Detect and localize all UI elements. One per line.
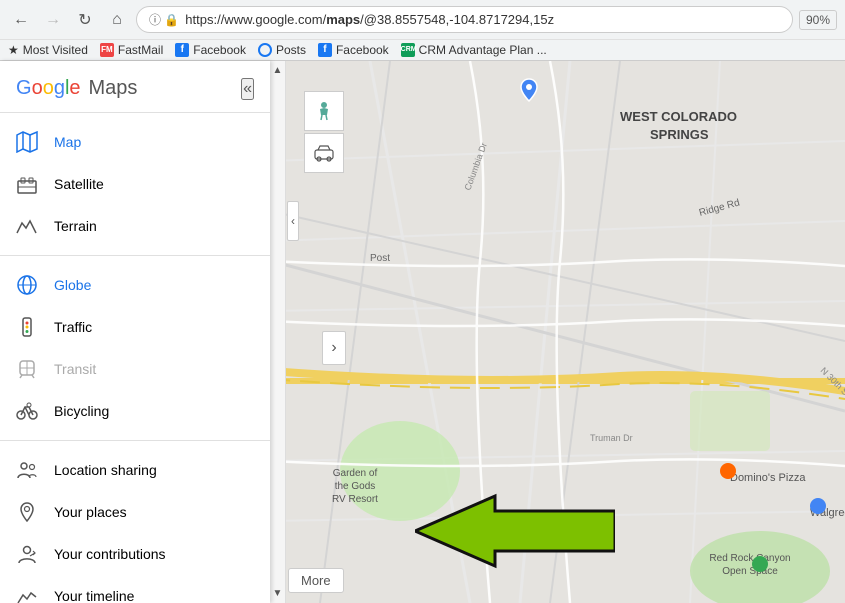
svg-text:RV Resort: RV Resort <box>332 494 378 505</box>
maps-wordmark: Maps <box>89 77 138 100</box>
sidebar-item-globe-label: Globe <box>54 277 91 293</box>
street-view-icon[interactable] <box>304 91 344 131</box>
svg-text:Garden of: Garden of <box>333 468 378 479</box>
sidebar-item-location-sharing-label: Location sharing <box>54 462 157 478</box>
sidebar-item-your-timeline[interactable]: Your timeline <box>0 575 270 603</box>
collapse-sidebar-button[interactable]: « <box>241 78 254 100</box>
globe-icon <box>16 274 38 296</box>
sidebar-item-your-contributions[interactable]: Your contributions <box>0 533 270 575</box>
more-button[interactable]: More <box>288 568 344 593</box>
sidebar-item-traffic-label: Traffic <box>54 319 92 335</box>
satellite-icon <box>16 173 38 195</box>
timeline-icon <box>16 585 38 603</box>
sidebar-item-location-sharing[interactable]: Location sharing <box>0 449 270 491</box>
bookmark-fastmail[interactable]: FM FastMail <box>100 43 163 57</box>
svg-text:the Gods: the Gods <box>335 481 376 492</box>
sidebar-item-your-places-label: Your places <box>54 504 127 520</box>
facebook-icon: f <box>175 43 189 57</box>
sidebar: Google Maps « Map <box>0 61 270 603</box>
svg-text:Post: Post <box>370 253 390 264</box>
bookmark-label: Most Visited <box>23 43 88 57</box>
account-section: Location sharing Your places <box>0 445 270 603</box>
bookmark-label: Posts <box>276 43 306 57</box>
sidebar-item-satellite[interactable]: Satellite <box>0 163 270 205</box>
divider-3 <box>0 440 270 441</box>
svg-text:Red Rock Canyon: Red Rock Canyon <box>709 553 790 564</box>
transit-icon <box>16 358 38 380</box>
sidebar-item-map[interactable]: Map <box>0 121 270 163</box>
forward-button[interactable]: → <box>40 7 66 33</box>
sidebar-item-globe[interactable]: Globe <box>0 264 270 306</box>
map-icon <box>16 131 38 153</box>
svg-text:Open Space: Open Space <box>722 566 778 577</box>
svg-text:Truman Dr: Truman Dr <box>590 433 633 443</box>
bookmark-facebook-2[interactable]: f Facebook <box>318 43 389 57</box>
bookmark-most-visited[interactable]: ★ Most Visited <box>8 43 88 57</box>
google-wordmark: Google <box>16 77 81 100</box>
map-type-section: Map Satellite <box>0 117 270 251</box>
map-scrollbar[interactable]: ▲ ▼ <box>270 61 286 603</box>
main-content: Google Maps « Map <box>0 61 845 603</box>
browser-toolbar: ← → ↻ ⌂ ⓘ 🔒 https://www.google.com/maps/… <box>0 0 845 39</box>
sidebar-item-your-contributions-label: Your contributions <box>54 546 166 562</box>
browser-chrome: ← → ↻ ⌂ ⓘ 🔒 https://www.google.com/maps/… <box>0 0 845 61</box>
posts-icon <box>258 43 272 57</box>
bookmark-label: Facebook <box>193 43 246 57</box>
crm-icon: CRM <box>401 43 415 57</box>
sidebar-item-bicycling-label: Bicycling <box>54 403 109 419</box>
terrain-icon <box>16 215 38 237</box>
sidebar-item-bicycling[interactable]: Bicycling <box>0 390 270 432</box>
sidebar-header: Google Maps « <box>0 61 270 108</box>
bookmark-label: FastMail <box>118 43 163 57</box>
zoom-level: 90% <box>799 10 837 30</box>
google-maps-logo: Google Maps <box>16 77 137 100</box>
bookmark-crm[interactable]: CRM CRM Advantage Plan ... <box>401 43 547 57</box>
facebook-icon-2: f <box>318 43 332 57</box>
sidebar-item-traffic[interactable]: Traffic <box>0 306 270 348</box>
car-icon[interactable] <box>304 133 344 173</box>
sidebar-item-terrain[interactable]: Terrain <box>0 205 270 247</box>
svg-text:Domino's Pizza: Domino's Pizza <box>730 472 806 484</box>
bookmark-label: CRM Advantage Plan ... <box>419 43 547 57</box>
svg-text:WEST COLORADO: WEST COLORADO <box>620 109 737 124</box>
star-icon: ★ <box>8 43 19 57</box>
sidebar-item-transit-label: Transit <box>54 361 96 377</box>
back-button[interactable]: ← <box>8 7 34 33</box>
pin-icon <box>16 501 38 523</box>
map-area[interactable]: WEST COLORADO SPRINGS Villa Sierra Condo… <box>270 61 845 603</box>
sidebar-item-your-timeline-label: Your timeline <box>54 588 134 603</box>
sidebar-item-satellite-label: Satellite <box>54 176 104 192</box>
home-button[interactable]: ⌂ <box>104 7 130 33</box>
divider-2 <box>0 255 270 256</box>
url-text: https://www.google.com/maps/@38.8557548,… <box>185 12 780 27</box>
map-controls-container <box>304 91 344 173</box>
bookmark-facebook-1[interactable]: f Facebook <box>175 43 246 57</box>
green-arrow-annotation <box>415 491 615 574</box>
layers-section: Globe Traffic <box>0 260 270 436</box>
people-icon <box>16 459 38 481</box>
sidebar-item-map-label: Map <box>54 134 81 150</box>
address-bar[interactable]: ⓘ 🔒 https://www.google.com/maps/@38.8557… <box>136 6 793 33</box>
expand-panel-button[interactable]: › <box>322 331 346 365</box>
sidebar-item-your-places[interactable]: Your places <box>0 491 270 533</box>
sidebar-item-transit[interactable]: Transit <box>0 348 270 390</box>
contributions-icon <box>16 543 38 565</box>
bike-icon <box>16 400 38 422</box>
map-location-marker <box>515 76 543 107</box>
reload-button[interactable]: ↻ <box>72 7 98 33</box>
scroll-up-arrow[interactable]: ▲ <box>270 61 286 80</box>
map-left-arrow[interactable]: ‹ <box>287 201 299 241</box>
traffic-icon <box>16 316 38 338</box>
security-icon: ⓘ 🔒 <box>149 11 179 28</box>
bookmarks-bar: ★ Most Visited FM FastMail f Facebook Po… <box>0 39 845 60</box>
bookmark-label: Facebook <box>336 43 389 57</box>
svg-text:SPRINGS: SPRINGS <box>650 127 709 142</box>
sidebar-item-terrain-label: Terrain <box>54 218 97 234</box>
scroll-down-arrow[interactable]: ▼ <box>270 584 286 603</box>
bookmark-posts[interactable]: Posts <box>258 43 306 57</box>
fastmail-icon: FM <box>100 43 114 57</box>
divider-1 <box>0 112 270 113</box>
